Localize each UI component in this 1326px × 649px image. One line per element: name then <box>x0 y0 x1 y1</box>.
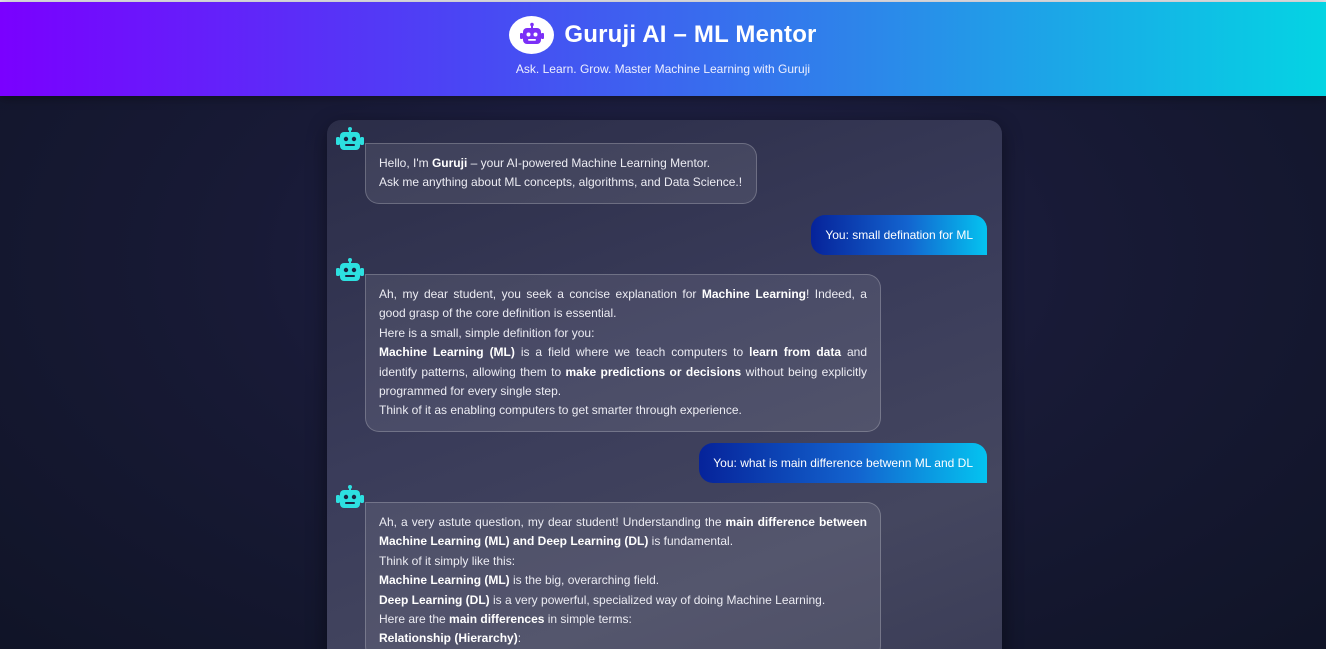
robot-icon <box>519 22 544 44</box>
page-subtitle: Ask. Learn. Grow. Master Machine Learnin… <box>515 62 811 76</box>
message-line: Machine Learning (ML) is the big, overar… <box>379 573 660 588</box>
bot-message: Hello, I'm Guruji – your AI-powered Mach… <box>365 143 757 204</box>
message-line: Machine Learning (ML) is a field where w… <box>379 345 867 399</box>
message-line: Ah, my dear student, you seek a concise … <box>379 287 867 321</box>
message-line: Hello, I'm Guruji – your AI-powered Mach… <box>379 156 711 170</box>
bot-message: Ah, my dear student, you seek a concise … <box>365 274 881 432</box>
logo <box>509 16 555 54</box>
message-line: Here are the main differences in simple … <box>379 612 632 627</box>
page-title: Guruji AI – ML Mentor <box>564 21 817 48</box>
app-header: Guruji AI – ML Mentor Ask. Learn. Grow. … <box>0 2 1326 96</box>
bot-avatar-icon <box>336 258 364 281</box>
chat-window[interactable]: Hello, I'm Guruji – your AI-powered Mach… <box>327 120 1002 649</box>
bot-avatar-icon <box>336 485 364 508</box>
bot-message: Ah, a very astute question, my dear stud… <box>365 502 881 649</box>
message-line: Ah, a very astute question, my dear stud… <box>379 515 867 549</box>
message-line: Ask me anything about ML concepts, algor… <box>379 175 743 190</box>
message-line: Relationship (Hierarchy): <box>379 631 522 646</box>
message-line: Think of it as enabling computers to get… <box>379 403 742 418</box>
message-line: Think of it simply like this: <box>379 553 516 568</box>
user-message: You: small defination for ML <box>811 215 987 255</box>
user-message: You: what is main difference betwenn ML … <box>699 443 987 483</box>
message-line: Here is a small, simple definition for y… <box>379 325 595 340</box>
brand: Guruji AI – ML Mentor <box>0 15 1326 55</box>
bot-avatar-icon <box>336 127 364 150</box>
message-line: Deep Learning (DL) is a very powerful, s… <box>379 592 826 607</box>
